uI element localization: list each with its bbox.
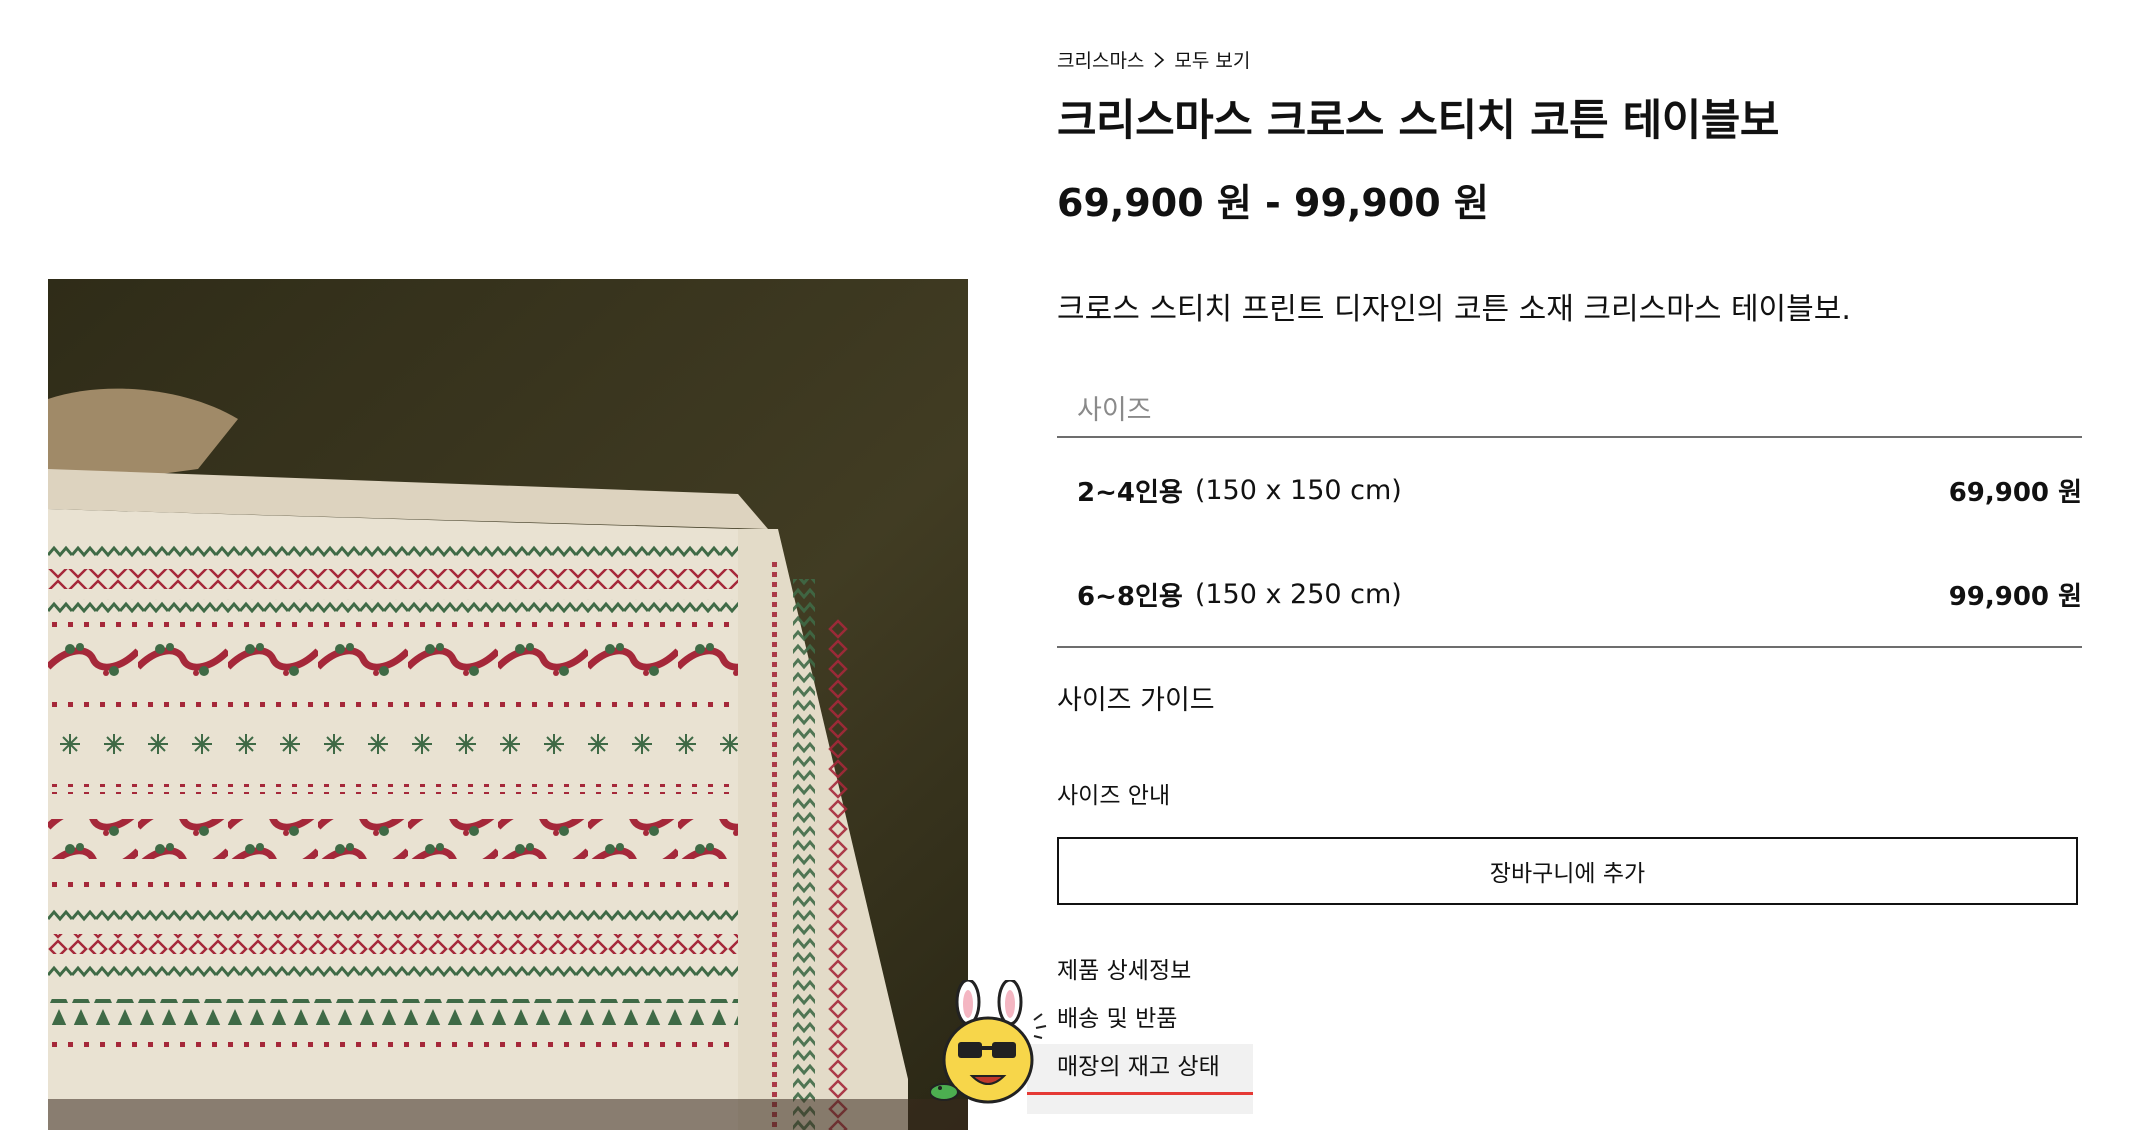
store-stock-link[interactable]: 매장의 재고 상태 — [1057, 1047, 1220, 1081]
tablecloth-photo — [48, 279, 968, 1130]
size-guide-link[interactable]: 사이즈 가이드 — [1057, 678, 1215, 717]
product-title: 크리스마스 크로스 스티치 코튼 테이블보 — [1057, 96, 1779, 146]
size-option-dimensions: (150 x 250 cm) — [1194, 578, 1402, 610]
shipping-returns-link[interactable]: 배송 및 반품 — [1057, 999, 1177, 1033]
chevron-right-icon — [1154, 51, 1165, 68]
product-price-range: 69,900 원 - 99,900 원 — [1057, 181, 1489, 225]
divider — [1057, 436, 2082, 438]
breadcrumb: 크리스마스 모두 보기 — [1057, 46, 1250, 73]
size-option-price: 99,900 원 — [1948, 581, 2082, 612]
divider — [1057, 646, 2082, 648]
size-info-link[interactable]: 사이즈 안내 — [1057, 776, 1170, 810]
size-option-price: 69,900 원 — [1948, 477, 2082, 508]
size-selector-header: 사이즈 — [1077, 395, 1152, 426]
add-to-cart-button[interactable]: 장바구니에 추가 — [1057, 837, 2078, 905]
size-option-6-8[interactable]: 6~8인용 (150 x 250 cm) 99,900 원 — [1057, 564, 2082, 624]
size-option-name: 2~4인용 — [1077, 477, 1183, 508]
breadcrumb-current-link[interactable]: 모두 보기 — [1174, 46, 1250, 73]
size-option-name: 6~8인용 — [1077, 581, 1183, 612]
size-option-dimensions: (150 x 150 cm) — [1194, 474, 1402, 506]
breadcrumb-category-link[interactable]: 크리스마스 — [1057, 46, 1144, 73]
product-details-link[interactable]: 제품 상세정보 — [1057, 951, 1191, 985]
product-image[interactable] — [48, 279, 968, 1130]
rabbit-mascot-icon — [930, 980, 1047, 1104]
size-option-2-4[interactable]: 2~4인용 (150 x 150 cm) 69,900 원 — [1057, 460, 2082, 520]
store-stock-underline — [1027, 1092, 1253, 1095]
product-description: 크로스 스티치 프린트 디자인의 코튼 소재 크리스마스 테이블보. — [1057, 292, 1851, 327]
